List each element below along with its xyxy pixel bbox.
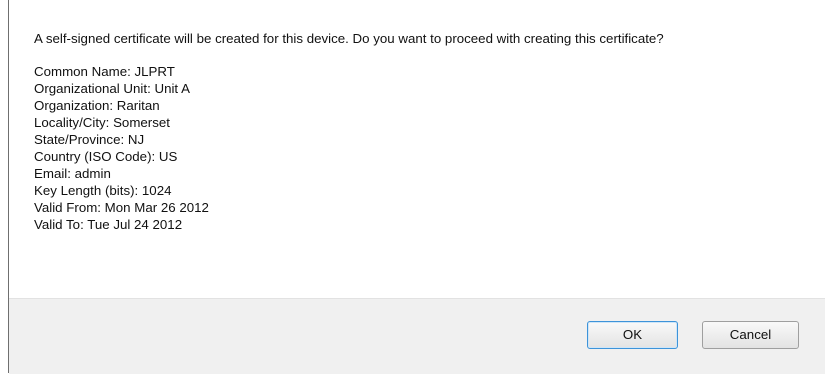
cancel-button[interactable]: Cancel [702,321,799,349]
field-country: Country (ISO Code): US [34,149,178,164]
confirmation-message: A self-signed certificate will be create… [34,31,664,46]
certificate-details: Common Name: JLPRT Organizational Unit: … [34,63,815,233]
field-common-name: Common Name: JLPRT [34,64,175,79]
field-email: Email: admin [34,166,111,181]
dialog-button-bar: OK Cancel [9,298,825,374]
field-organization: Organization: Raritan [34,98,160,113]
field-valid-from: Valid From: Mon Mar 26 2012 [34,200,209,215]
field-state-province: State/Province: NJ [34,132,145,147]
field-valid-to: Valid To: Tue Jul 24 2012 [34,217,183,232]
field-organizational-unit: Organizational Unit: Unit A [34,81,190,96]
field-locality-city: Locality/City: Somerset [34,115,170,130]
ok-button[interactable]: OK [587,321,678,349]
field-key-length: Key Length (bits): 1024 [34,183,172,198]
certificate-confirm-dialog: A self-signed certificate will be create… [0,0,825,374]
dialog-content: A self-signed certificate will be create… [34,30,815,233]
